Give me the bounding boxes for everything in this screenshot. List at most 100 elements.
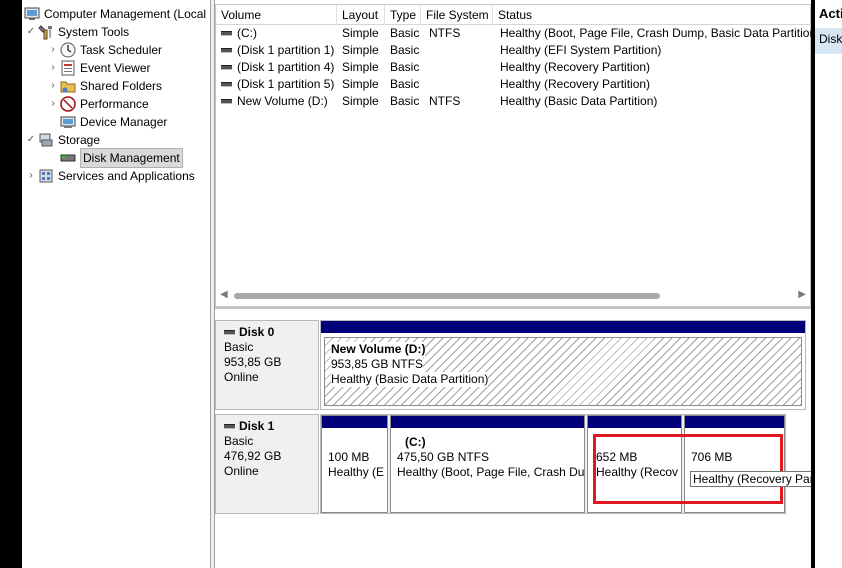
cell-layout: Simple xyxy=(342,77,379,91)
tree-item-event-viewer[interactable]: › Event Viewer xyxy=(46,59,150,77)
column-header-type[interactable]: Type xyxy=(385,5,421,25)
cell-layout: Simple xyxy=(342,60,379,74)
scroll-right-arrow-icon[interactable]: ▶ xyxy=(798,289,806,300)
actions-title: Acti xyxy=(819,6,842,21)
partition-title: (C:) xyxy=(405,435,426,449)
cell-volume: (Disk 1 partition 1) xyxy=(237,43,335,57)
device-manager-icon xyxy=(60,114,76,130)
tree-label-storage: Storage xyxy=(58,133,101,147)
tree-item-computer-management[interactable]: Computer Management (Local xyxy=(24,5,206,23)
chevron-right-icon[interactable]: › xyxy=(24,167,38,185)
partition-size: 953,85 GB NTFS xyxy=(331,357,424,372)
volume-list[interactable]: Volume Layout Type File System Status (C… xyxy=(215,4,812,307)
cell-layout: Simple xyxy=(342,26,379,40)
cell-status: Healthy (Boot, Page File, Crash Dump, Ba… xyxy=(500,26,812,40)
chevron-right-icon[interactable]: › xyxy=(46,41,60,59)
tree-label-shared-folders: Shared Folders xyxy=(80,79,163,93)
disk-0-size: 953,85 GB xyxy=(224,355,282,369)
cell-status: Healthy (Recovery Partition) xyxy=(500,77,651,91)
table-row[interactable]: (Disk 1 partition 5) Simple Basic Health… xyxy=(216,76,810,93)
tree-item-task-scheduler[interactable]: › Task Scheduler xyxy=(46,41,162,59)
tree-label-computer-management: Computer Management (Local xyxy=(44,7,207,21)
volume-icon xyxy=(221,99,232,105)
volume-icon xyxy=(221,82,232,88)
tree-item-system-tools[interactable]: ✓ System Tools xyxy=(24,23,129,41)
tree-item-services-applications[interactable]: › Services and Applications xyxy=(24,167,195,185)
actions-item-label: Disk xyxy=(819,32,842,46)
chevron-right-icon[interactable]: › xyxy=(46,77,60,95)
tree-label-task-scheduler: Task Scheduler xyxy=(80,43,163,57)
volume-icon xyxy=(221,48,232,54)
partition-bar xyxy=(588,416,681,428)
cell-volume: (Disk 1 partition 4) xyxy=(237,60,335,74)
tree-label-performance: Performance xyxy=(80,97,149,111)
cell-type: Basic xyxy=(390,77,420,91)
actions-item-disk-management[interactable]: Disk xyxy=(815,28,842,54)
column-header-volume[interactable]: Volume xyxy=(216,5,337,25)
disk-0-label[interactable]: Disk 0 Basic 953,85 GB Online xyxy=(215,320,319,410)
tree-label-event-viewer: Event Viewer xyxy=(80,61,151,75)
partition-title: New Volume (D:) xyxy=(331,342,426,357)
cell-layout: Simple xyxy=(342,43,379,57)
cell-volume: (Disk 1 partition 5) xyxy=(237,77,335,91)
disk-1-size: 476,92 GB xyxy=(224,449,282,463)
table-row[interactable]: (Disk 1 partition 4) Simple Basic Health… xyxy=(216,59,810,76)
shared-folder-icon xyxy=(60,78,76,94)
partition-bar xyxy=(685,416,784,428)
column-header-file-system[interactable]: File System xyxy=(421,5,493,25)
tree-item-shared-folders[interactable]: › Shared Folders xyxy=(46,77,162,95)
scrollbar-thumb[interactable] xyxy=(234,293,660,299)
tree-label-device-manager: Device Manager xyxy=(80,115,168,129)
column-header-layout[interactable]: Layout xyxy=(337,5,385,25)
disk-1-type: Basic xyxy=(224,434,254,448)
cell-type: Basic xyxy=(390,60,420,74)
cell-type: Basic xyxy=(390,43,420,57)
partition-size: 100 MB xyxy=(328,450,370,464)
cell-status: Healthy (Basic Data Partition) xyxy=(500,94,658,108)
performance-icon xyxy=(60,96,76,112)
partition-size: 475,50 GB NTFS xyxy=(397,450,490,464)
partition-new-volume-d[interactable]: New Volume (D:) 953,85 GB NTFS Healthy (… xyxy=(320,320,806,410)
horizontal-scrollbar[interactable]: ◀ ▶ xyxy=(216,288,810,304)
cell-status: Healthy (Recovery Partition) xyxy=(500,60,651,74)
table-row[interactable]: (Disk 1 partition 1) Simple Basic Health… xyxy=(216,42,810,59)
highlight-box xyxy=(593,434,783,504)
disk-icon xyxy=(224,424,235,429)
disk-1-label[interactable]: Disk 1 Basic 476,92 GB Online xyxy=(215,414,319,514)
tree-item-disk-management[interactable]: Disk Management xyxy=(60,148,183,168)
partition-bar xyxy=(391,416,584,428)
chevron-down-icon[interactable]: ✓ xyxy=(24,131,38,149)
cell-status: Healthy (EFI System Partition) xyxy=(500,43,662,57)
tree-label-system-tools: System Tools xyxy=(58,25,130,39)
partition-status: Healthy (Boot, Page File, Crash Du xyxy=(397,465,584,479)
tools-icon xyxy=(38,24,54,40)
table-row[interactable]: New Volume (D:) Simple Basic NTFS Health… xyxy=(216,93,810,110)
event-log-icon xyxy=(60,60,76,76)
tree-item-performance[interactable]: › Performance xyxy=(46,95,149,113)
clock-icon xyxy=(60,42,76,58)
disk-1-name: Disk 1 xyxy=(239,419,275,433)
partition-bar xyxy=(321,321,805,333)
computer-management-icon xyxy=(24,6,40,22)
tree-label-services-applications: Services and Applications xyxy=(58,169,195,183)
chevron-down-icon[interactable]: ✓ xyxy=(24,23,38,41)
storage-icon xyxy=(38,132,54,148)
window-edge xyxy=(0,0,22,568)
disk-management-icon xyxy=(60,150,76,166)
volume-icon xyxy=(221,31,232,37)
chevron-right-icon[interactable]: › xyxy=(46,95,60,113)
cell-volume: (C:) xyxy=(237,26,257,40)
cell-file-system: NTFS xyxy=(429,94,461,108)
cell-type: Basic xyxy=(390,94,420,108)
scroll-left-arrow-icon[interactable]: ◀ xyxy=(220,289,228,300)
volume-icon xyxy=(221,65,232,71)
chevron-right-icon[interactable]: › xyxy=(46,59,60,77)
partition-c[interactable]: (C:) 475,50 GB NTFS Healthy (Boot, Page … xyxy=(390,415,585,513)
tree-item-device-manager[interactable]: Device Manager xyxy=(60,113,167,131)
console-tree[interactable]: Computer Management (Local ✓ System Tool… xyxy=(22,0,211,568)
column-header-status[interactable]: Status xyxy=(493,5,810,25)
table-row[interactable]: (C:) Simple Basic NTFS Healthy (Boot, Pa… xyxy=(216,25,812,42)
tree-item-storage[interactable]: ✓ Storage xyxy=(24,131,100,149)
disk-1-state: Online xyxy=(224,464,259,478)
partition-efi[interactable]: 100 MB Healthy (E xyxy=(321,415,388,513)
